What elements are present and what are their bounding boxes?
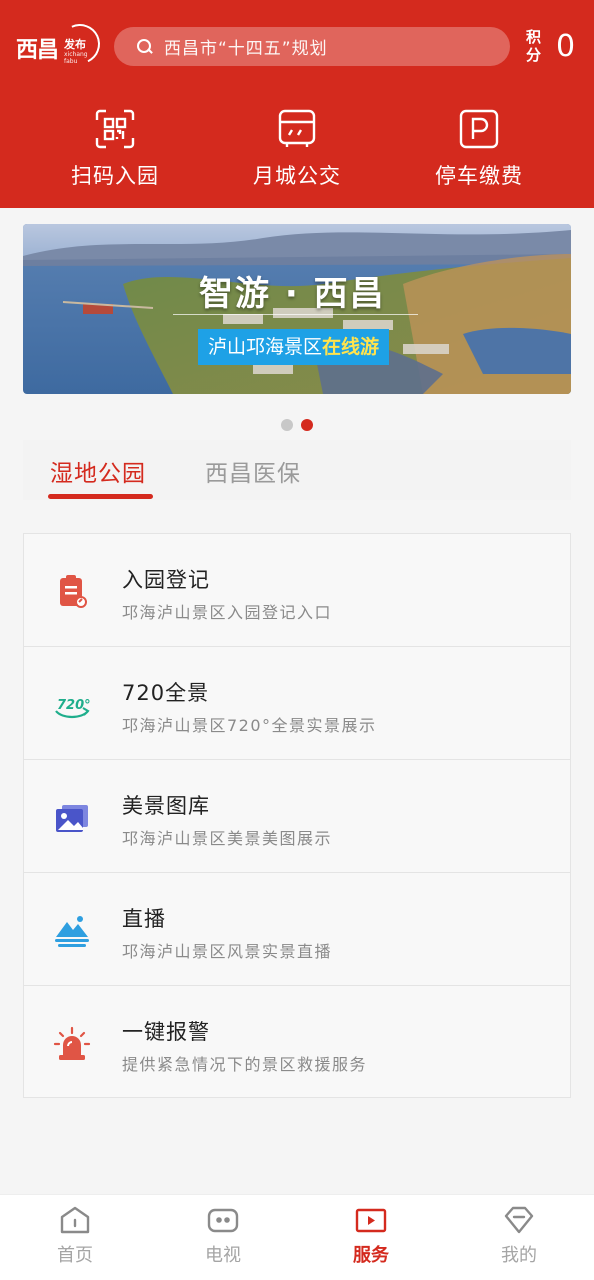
service-title: 720全景 xyxy=(122,681,210,705)
service-desc: 邛海泸山景区720°全景实景展示 xyxy=(122,716,377,735)
service-title: 入园登记 xyxy=(122,568,210,592)
service-list: 入园登记 邛海泸山景区入园登记入口 720° 720全景 邛海泸山景区720°全… xyxy=(23,533,571,1098)
service-item-live[interactable]: 直播 邛海泸山景区风景实景直播 xyxy=(24,873,570,986)
carousel-dot-2-active[interactable] xyxy=(301,419,313,431)
category-tabs: 湿地公园 西昌医保 xyxy=(23,440,571,500)
logo-badge: 发布 xyxy=(64,38,86,51)
nav-label: 电视 xyxy=(205,1245,241,1266)
svg-text:720°: 720° xyxy=(57,698,91,713)
promo-banner[interactable]: 智游 · 西昌 泸山邛海景区在线游 xyxy=(23,224,571,394)
logo-sub: xichang fabu xyxy=(64,51,88,65)
tab-medical-insurance[interactable]: 西昌医保 xyxy=(205,454,301,488)
nav-label: 我的 xyxy=(501,1245,537,1266)
tv-icon xyxy=(207,1208,239,1233)
service-item-gallery[interactable]: 美景图库 邛海泸山景区美景美图展示 xyxy=(24,760,570,873)
quick-action-label: 月城公交 xyxy=(253,164,341,188)
quick-action-bus[interactable]: 月城公交 xyxy=(217,108,377,188)
logo-text: 西昌 xyxy=(16,37,59,63)
search-bar[interactable]: 西昌市“十四五”规划 xyxy=(114,27,510,66)
profile-icon xyxy=(504,1206,534,1234)
nav-label: 首页 xyxy=(57,1245,93,1266)
points-indicator[interactable]: 积分 0 xyxy=(526,28,586,68)
banner-subtitle-prefix: 泸山邛海景区 xyxy=(208,336,323,358)
panorama-720-icon: 720° xyxy=(55,698,91,719)
app-logo[interactable]: 西昌 发布 xichang fabu xyxy=(16,18,106,70)
banner-subtitle: 泸山邛海景区在线游 xyxy=(198,329,390,365)
service-item-registration[interactable]: 入园登记 邛海泸山景区入园登记入口 xyxy=(24,534,570,647)
nav-profile[interactable]: 我的 xyxy=(474,1205,564,1267)
gallery-icon xyxy=(56,805,88,832)
service-desc: 邛海泸山景区入园登记入口 xyxy=(122,603,333,622)
mountain-live-icon xyxy=(55,916,89,947)
quick-action-label: 扫码入园 xyxy=(71,164,159,188)
clipboard-icon xyxy=(60,575,87,608)
header: 西昌 发布 xichang fabu 西昌市“十四五”规划 积分 0 扫码入园 … xyxy=(0,0,594,208)
qr-scan-icon xyxy=(95,109,135,149)
tab-active-indicator xyxy=(48,494,153,499)
nav-service[interactable]: 服务 xyxy=(326,1205,416,1267)
home-icon xyxy=(60,1206,90,1234)
search-placeholder: 西昌市“十四五”规划 xyxy=(164,39,328,59)
banner-title: 智游 · 西昌 xyxy=(199,274,386,314)
carousel-dot-1[interactable] xyxy=(281,419,293,431)
banner-subtitle-highlight: 在线游 xyxy=(322,336,380,358)
banner-divider xyxy=(173,314,418,315)
quick-action-label: 停车缴费 xyxy=(435,164,523,188)
bottom-navigation: 首页 电视 服务 我的 xyxy=(0,1194,594,1280)
search-icon xyxy=(136,38,154,56)
quick-action-scan[interactable]: 扫码入园 xyxy=(35,108,195,188)
quick-action-parking[interactable]: 停车缴费 xyxy=(399,108,559,188)
nav-tv[interactable]: 电视 xyxy=(178,1205,268,1267)
points-value: 0 xyxy=(556,29,576,64)
tab-wetland-park[interactable]: 湿地公园 xyxy=(50,454,146,488)
service-title: 美景图库 xyxy=(122,794,210,818)
alarm-siren-icon xyxy=(53,1026,91,1060)
service-desc: 邛海泸山景区美景美图展示 xyxy=(122,829,333,848)
service-title: 一键报警 xyxy=(122,1020,210,1044)
play-service-icon xyxy=(355,1208,387,1233)
service-item-alarm[interactable]: 一键报警 提供紧急情况下的景区救援服务 xyxy=(24,986,570,1099)
service-desc: 邛海泸山景区风景实景直播 xyxy=(122,942,333,961)
service-title: 直播 xyxy=(122,907,166,931)
nav-home[interactable]: 首页 xyxy=(30,1205,120,1267)
parking-icon xyxy=(459,109,499,149)
points-label: 积分 xyxy=(526,28,542,64)
bus-icon xyxy=(278,109,316,147)
service-item-panorama[interactable]: 720° 720全景 邛海泸山景区720°全景实景展示 xyxy=(24,647,570,760)
nav-label: 服务 xyxy=(353,1245,389,1266)
service-desc: 提供紧急情况下的景区救援服务 xyxy=(122,1055,368,1074)
